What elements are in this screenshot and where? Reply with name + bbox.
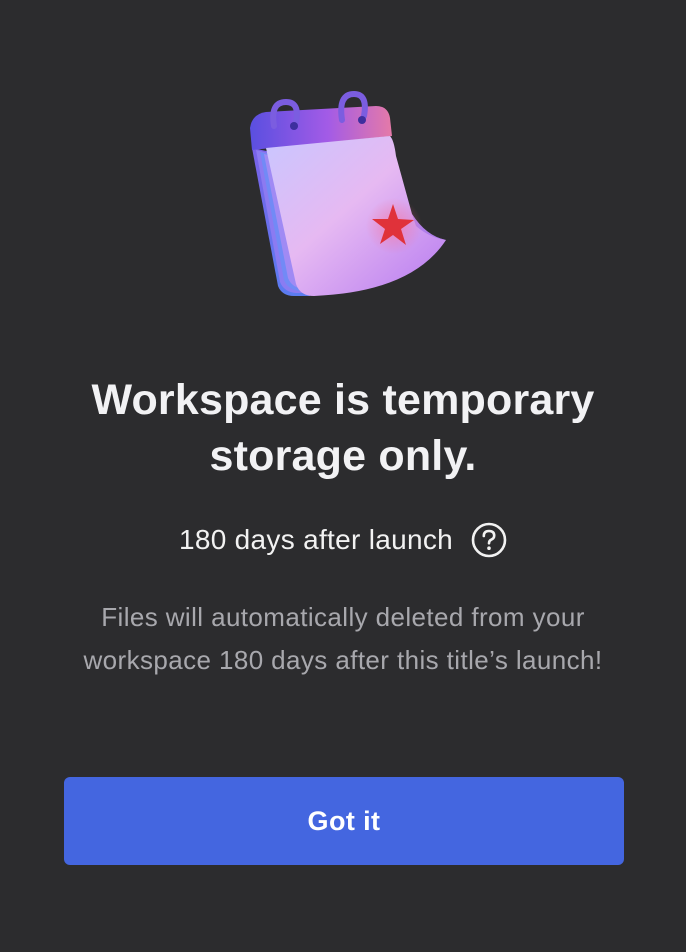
calendar-icon <box>230 86 460 306</box>
subtitle-row: 180 days after launch <box>0 518 686 562</box>
got-it-button[interactable]: Got it <box>64 777 624 865</box>
dialog-description: Files will automatically deleted from yo… <box>83 602 603 675</box>
dialog-title: Workspace is temporary storage only. <box>91 376 595 480</box>
question-circle-icon[interactable] <box>471 522 507 558</box>
retention-subtitle: 180 days after launch <box>178 524 454 555</box>
